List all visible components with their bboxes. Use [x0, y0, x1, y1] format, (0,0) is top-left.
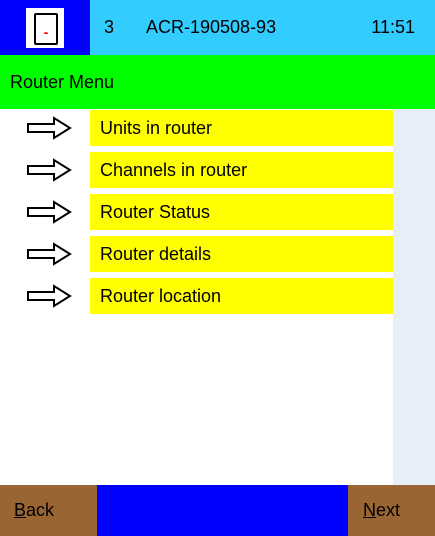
- channel-number: 3: [104, 17, 115, 37]
- page-title: Router Menu: [10, 72, 115, 92]
- arrow-right-icon: [27, 158, 72, 182]
- menu-item-label: Units in router: [100, 118, 213, 138]
- menu-item-channels-in-router[interactable]: Channels in router: [0, 151, 393, 189]
- title-bar: Router Menu: [0, 55, 435, 109]
- status-bar: - 3 ACR-190508-93 11:51: [0, 0, 435, 55]
- next-button-label: Next: [363, 485, 400, 536]
- arrow-right-icon: [27, 116, 72, 140]
- device-status: -: [0, 0, 90, 55]
- menu-item-box[interactable]: Channels in router: [90, 152, 393, 188]
- menu-area: Units in router Channels in router Route…: [0, 109, 435, 485]
- next-accesskey: N: [363, 500, 376, 520]
- unit-id: ACR-190508-93: [146, 17, 277, 37]
- menu-item-box[interactable]: Router Status: [90, 194, 393, 230]
- back-accesskey: B: [14, 500, 27, 520]
- back-button[interactable]: Back: [0, 485, 97, 536]
- menu-item-label: Router Status: [100, 202, 211, 222]
- bottom-bar: Back Next: [0, 485, 435, 536]
- battery-mark: -: [43, 24, 49, 40]
- arrow-right-icon: [27, 242, 72, 266]
- battery-cell: -: [34, 13, 58, 45]
- menu-item-label: Channels in router: [100, 160, 248, 180]
- battery-icon: -: [26, 8, 64, 48]
- arrow-right-icon: [27, 200, 72, 224]
- side-panel: [393, 109, 435, 485]
- back-label-rest: ack: [26, 500, 55, 520]
- menu-item-box[interactable]: Router details: [90, 236, 393, 272]
- arrow-right-icon: [27, 284, 72, 308]
- menu-item-box[interactable]: Units in router: [90, 110, 393, 146]
- menu-item-router-details[interactable]: Router details: [0, 235, 393, 273]
- next-button[interactable]: Next: [348, 485, 435, 536]
- menu-item-router-location[interactable]: Router location: [0, 277, 393, 315]
- back-button-label: Back: [14, 485, 54, 536]
- menu-item-box[interactable]: Router location: [90, 278, 393, 314]
- menu-item-units-in-router[interactable]: Units in router: [0, 109, 393, 147]
- menu-item-label: Router details: [100, 244, 212, 264]
- menu-item-label: Router location: [100, 286, 222, 306]
- clock: 11:51: [371, 17, 415, 37]
- next-label-rest: ext: [376, 500, 401, 520]
- menu-item-router-status[interactable]: Router Status: [0, 193, 393, 231]
